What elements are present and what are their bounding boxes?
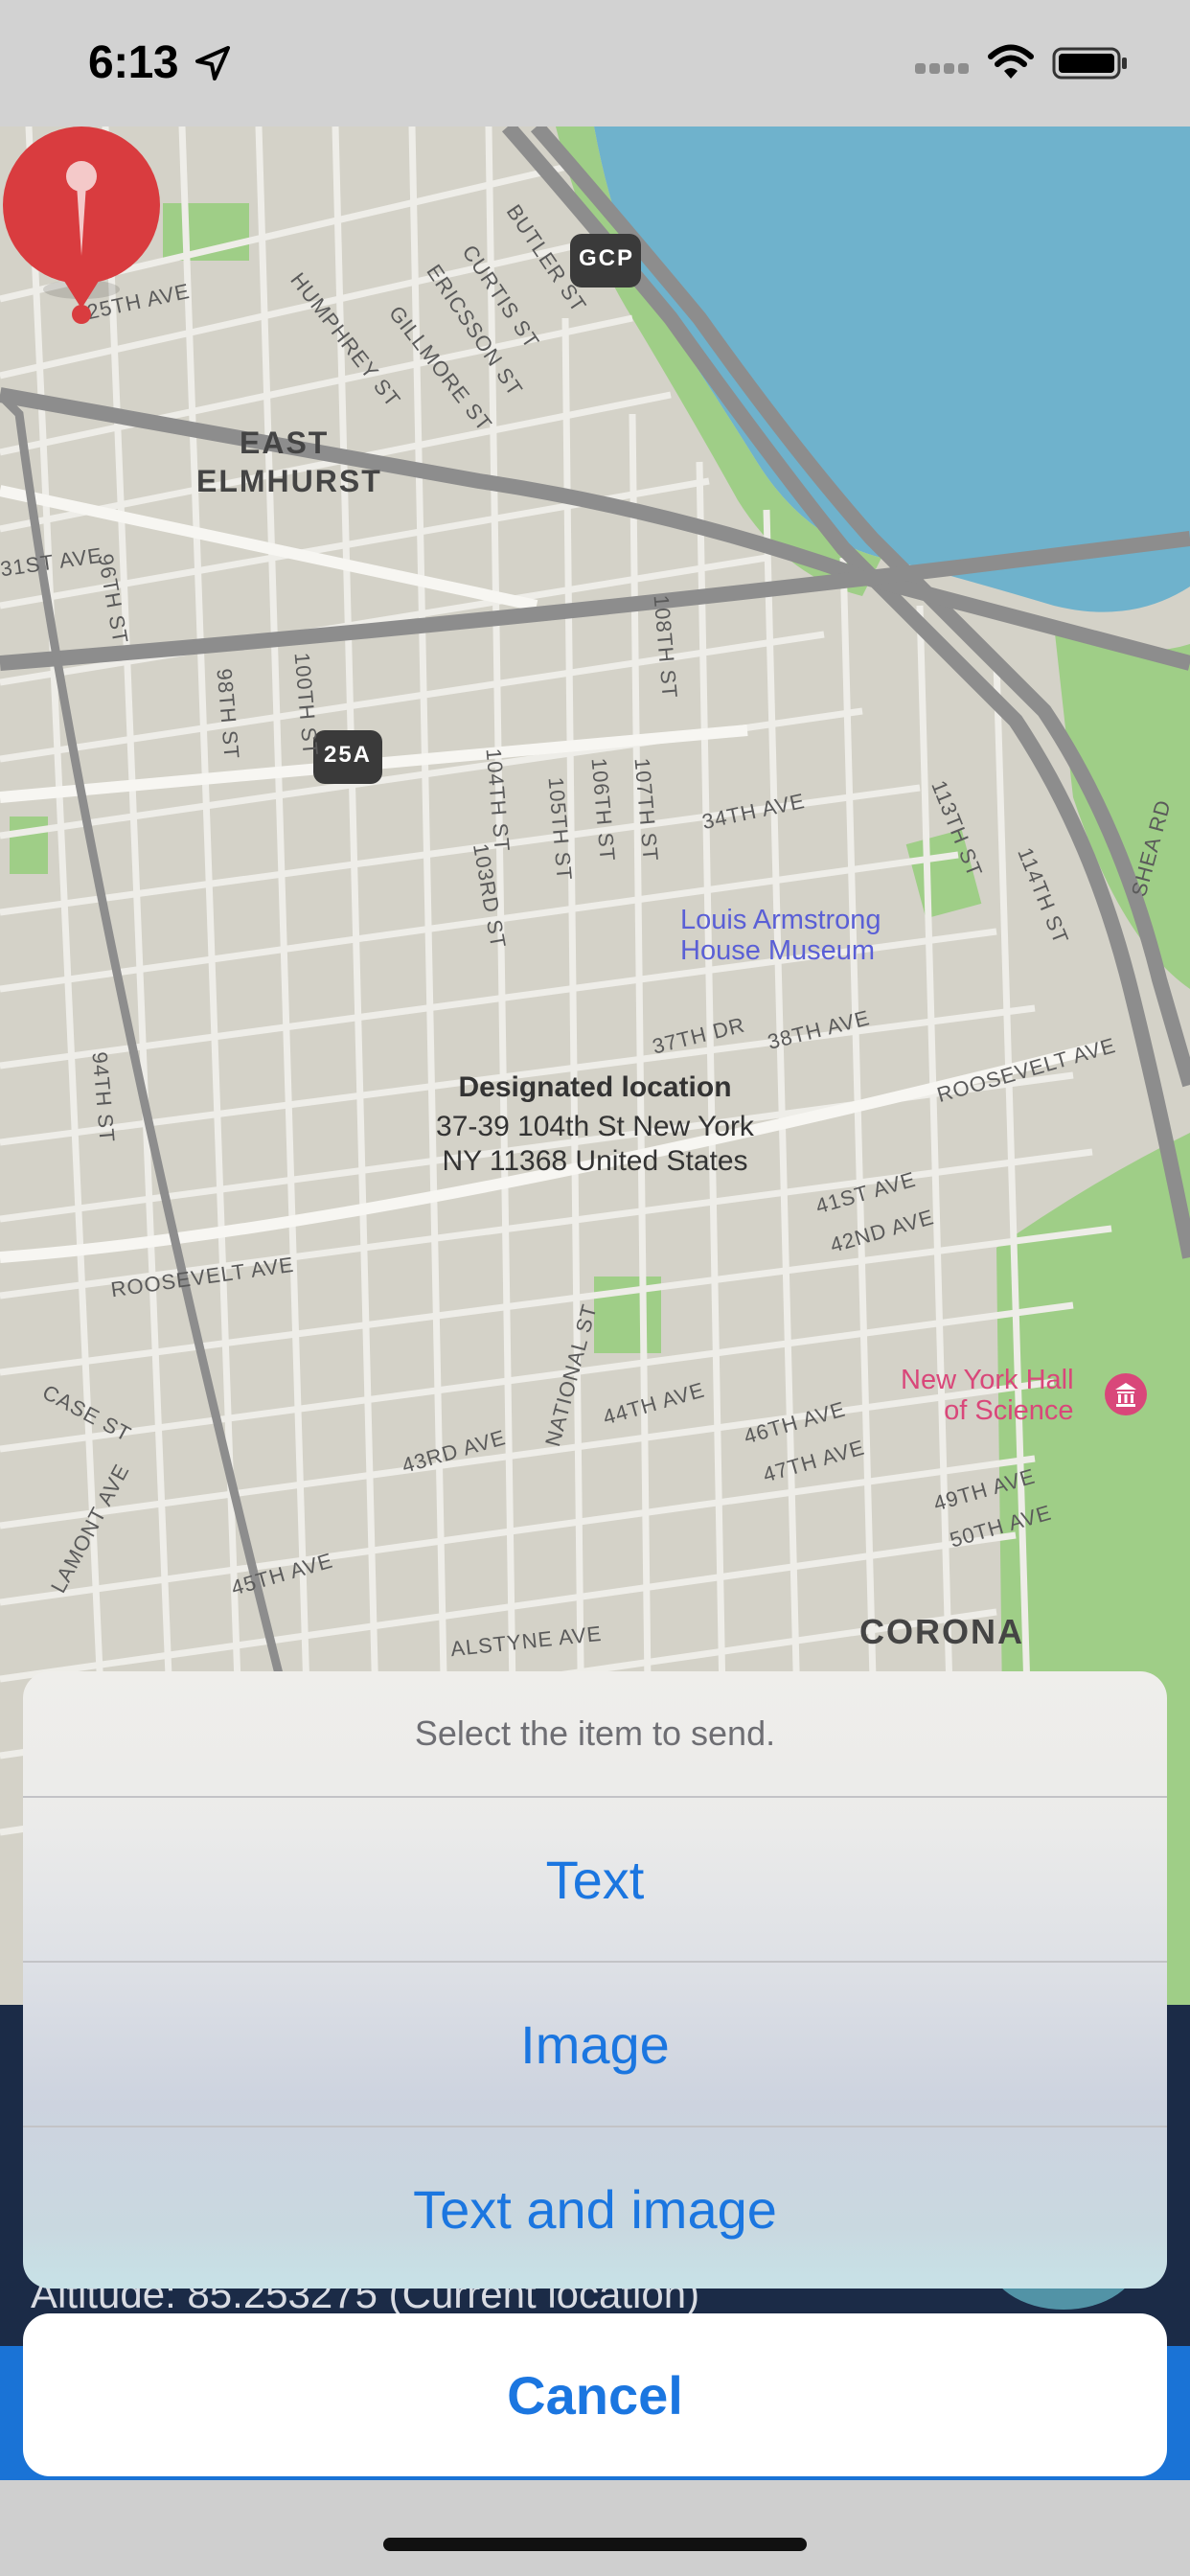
gcp-shield-label: GCP [578, 245, 634, 271]
home-area [0, 2480, 1190, 2576]
route-25a-label: 25A [323, 742, 373, 768]
pin-title: Designated location [458, 1071, 732, 1103]
status-bar: 6:13 [0, 0, 1190, 126]
poi-new-york-hall-of-science[interactable]: New York Hall of Science [901, 1365, 1074, 1426]
poi-louis-armstrong[interactable]: Louis Armstrong House Museum [680, 905, 881, 966]
location-pin-icon[interactable] [0, 126, 163, 328]
location-arrow-icon [195, 46, 230, 80]
neighborhood-label: CORONA [859, 1612, 1024, 1651]
send-text-button[interactable]: Text [23, 1796, 1167, 1961]
pin-address: 37-39 104th St New York NY 11368 United … [436, 1111, 754, 1177]
action-sheet: Select the item to send. Text Image Text… [23, 1671, 1167, 2288]
battery-icon [1052, 47, 1127, 80]
send-image-button[interactable]: Image [23, 1961, 1167, 2126]
action-sheet-title: Select the item to send. [414, 1714, 776, 1753]
neighborhood-label: EAST [240, 426, 330, 460]
wifi-icon [988, 44, 1034, 79]
status-time: 6:13 [88, 37, 179, 88]
cellular-signal-icon [915, 61, 973, 79]
cancel-button[interactable]: Cancel [23, 2313, 1167, 2476]
send-text-and-image-button[interactable]: Text and image [23, 2126, 1167, 2288]
home-indicator[interactable] [383, 2538, 807, 2551]
neighborhood-label: ELMHURST [196, 464, 382, 498]
museum-icon [1105, 1373, 1147, 1415]
